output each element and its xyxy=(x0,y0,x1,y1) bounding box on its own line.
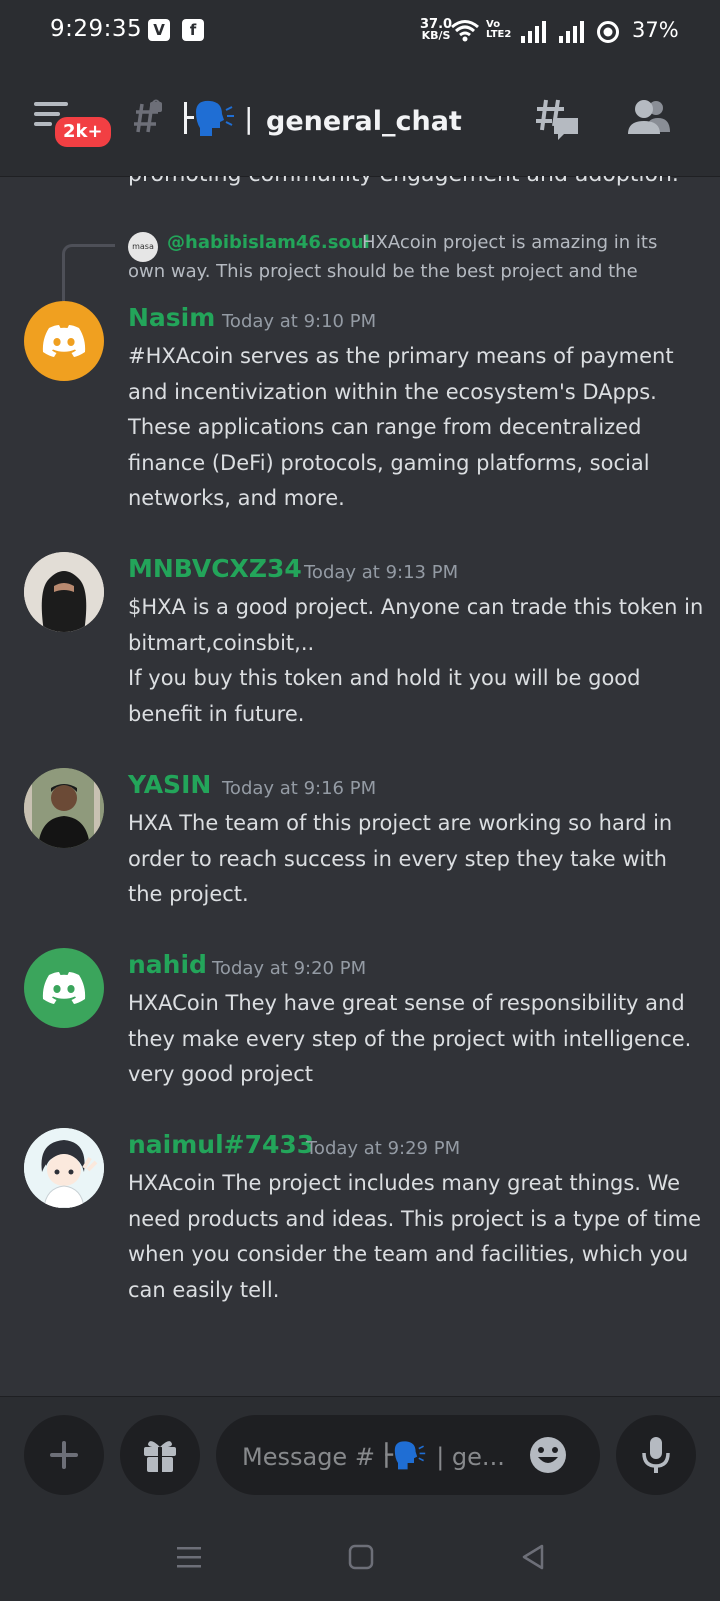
message-author[interactable]: naimul#7433 xyxy=(128,1130,314,1159)
gift-button[interactable] xyxy=(120,1415,200,1495)
attach-button[interactable] xyxy=(24,1415,104,1495)
speaking-emoji-icon xyxy=(184,100,234,136)
message-timestamp: Today at 9:13 PM xyxy=(304,562,459,583)
threads-button[interactable] xyxy=(534,96,584,144)
avatar[interactable] xyxy=(24,301,104,381)
message-timestamp: Today at 9:10 PM xyxy=(222,311,377,332)
message-list[interactable]: promoting community engagement and adopt… xyxy=(0,176,720,1396)
unread-badge: 2k+ xyxy=(52,114,114,150)
message-timestamp: Today at 9:29 PM xyxy=(306,1138,461,1159)
channel-header: 2k+ | general_chat xyxy=(0,66,720,177)
avatar[interactable] xyxy=(24,948,104,1028)
message-content: HXA The team of this project are working… xyxy=(128,811,673,906)
recent-apps-icon xyxy=(177,1547,201,1568)
reply-preview-text[interactable]: HXAcoin project is amazing in its xyxy=(362,232,657,253)
message-content: $HXA is a good project. Anyone can trade… xyxy=(128,590,708,732)
message-line: If you buy this token and hold it you wi… xyxy=(128,666,641,726)
facebook-notification-icon: f xyxy=(182,19,204,41)
message-author[interactable]: MNBVCXZ34 xyxy=(128,554,302,583)
status-bar: 9:29:35 V f 37.0 KB/S Vo LTE2 37% xyxy=(0,0,720,66)
microphone-icon xyxy=(642,1437,670,1473)
battery-percent: 37% xyxy=(632,18,679,42)
placeholder-prefix: Message # xyxy=(242,1443,375,1471)
message-line: $HXA is a good project. Anyone can trade… xyxy=(128,595,704,655)
message-input[interactable]: Message # | ge... xyxy=(216,1415,600,1495)
previous-message-text: promoting community engagement and adopt… xyxy=(128,176,679,187)
notification-app-icon: V xyxy=(148,19,170,41)
message-content: HXACoin They have great sense of respons… xyxy=(128,991,692,1086)
volte-indicator: Vo LTE2 xyxy=(486,19,512,40)
voice-message-button[interactable] xyxy=(616,1415,696,1495)
message-content: HXAcoin The project includes many great … xyxy=(128,1171,702,1302)
avatar[interactable] xyxy=(24,1128,104,1208)
message-input-placeholder: Message # | ge... xyxy=(242,1439,505,1471)
back-icon xyxy=(522,1544,544,1570)
recent-apps-button[interactable] xyxy=(174,1542,208,1576)
message-timestamp: Today at 9:20 PM xyxy=(212,958,367,979)
members-icon xyxy=(628,100,670,134)
reply-avatar[interactable]: masa xyxy=(128,232,158,262)
anime-avatar-icon xyxy=(24,1128,104,1208)
system-navigation-bar xyxy=(0,1520,720,1600)
wifi-icon xyxy=(451,20,479,42)
battery-saver-icon xyxy=(597,21,619,43)
speaking-emoji-icon xyxy=(384,1441,425,1470)
network-speed: 37.0 KB/S xyxy=(420,18,452,42)
signal-strength-icon-2 xyxy=(559,21,584,43)
avatar[interactable] xyxy=(24,552,104,632)
avatar[interactable] xyxy=(24,768,104,848)
message-author[interactable]: nahid xyxy=(128,950,207,979)
reply-mention[interactable]: @habibislam46.soul xyxy=(167,232,370,253)
gift-icon xyxy=(144,1441,176,1472)
network-speed-unit: KB/S xyxy=(421,29,451,42)
members-button[interactable] xyxy=(624,96,674,142)
message-author[interactable]: Nasim xyxy=(128,303,215,332)
placeholder-suffix: | ge... xyxy=(436,1443,505,1471)
user-photo-icon xyxy=(24,552,104,632)
signal-strength-icon-1 xyxy=(521,21,546,43)
status-time: 9:29:35 xyxy=(50,16,143,42)
emoji-icon xyxy=(530,1437,566,1473)
message-content: #HXAcoin serves as the primary means of … xyxy=(128,344,674,510)
title-separator: | xyxy=(244,102,254,135)
reply-preview-text-continued[interactable]: own way. This project should be the best… xyxy=(128,261,638,282)
plus-icon xyxy=(50,1441,78,1469)
message-timestamp: Today at 9:16 PM xyxy=(222,778,377,799)
discord-logo-icon xyxy=(42,325,86,357)
locked-channel-icon xyxy=(134,99,162,133)
discord-logo-icon xyxy=(42,972,86,1004)
home-icon xyxy=(348,1544,374,1570)
emoji-button[interactable] xyxy=(528,1435,568,1475)
threads-icon xyxy=(536,99,578,140)
back-button[interactable] xyxy=(518,1542,552,1576)
home-button[interactable] xyxy=(346,1542,380,1576)
user-photo-icon xyxy=(24,768,104,848)
message-author[interactable]: YASIN xyxy=(128,770,211,799)
channel-title: general_chat xyxy=(266,106,462,137)
reply-connector xyxy=(62,244,115,301)
